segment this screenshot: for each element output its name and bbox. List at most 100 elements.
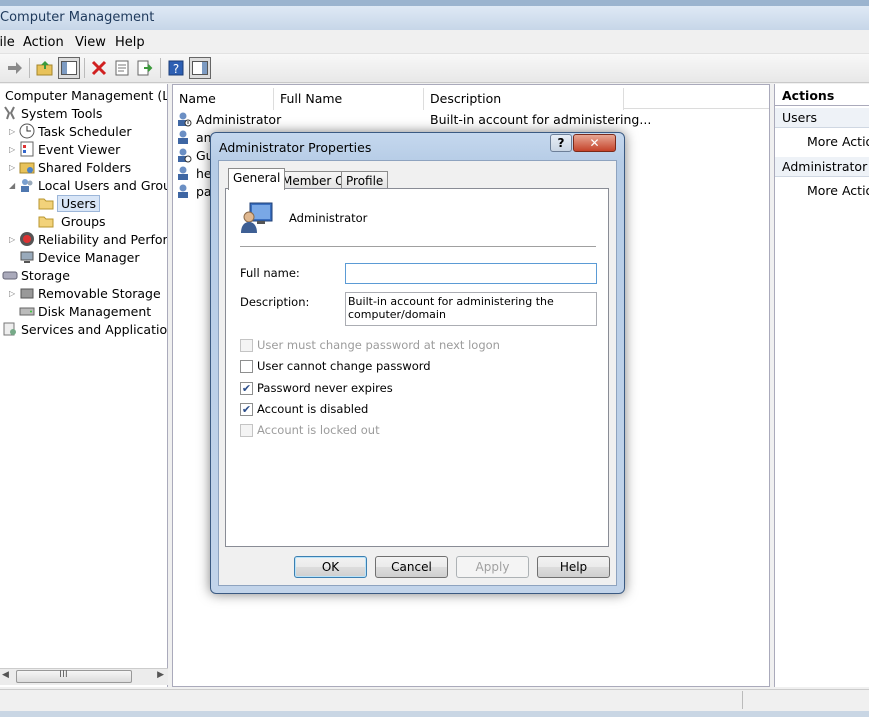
toolbar: ? (0, 54, 869, 83)
users-group-icon (19, 177, 35, 193)
column-full-name[interactable]: Full Name (274, 88, 424, 110)
full-name-field[interactable] (345, 263, 597, 284)
list-row[interactable]: Gu (176, 146, 214, 164)
actions-section-administrator[interactable]: Administrator (775, 157, 869, 177)
list-header: Name Full Name Description (173, 85, 769, 110)
dialog-title: Administrator Properties (219, 140, 372, 155)
status-bar (0, 689, 869, 711)
tree-item-reliability[interactable]: ▷ Reliability and Performance (9, 230, 167, 248)
clock-icon (19, 123, 35, 139)
column-description[interactable]: Description (424, 88, 624, 110)
user-icon (176, 165, 192, 181)
user-icon (176, 147, 192, 163)
more-actions-users[interactable]: More Actions (807, 134, 869, 149)
checkbox-password-never-expires[interactable]: ✔ Password never expires (240, 380, 393, 396)
checkbox-box[interactable] (240, 359, 253, 373)
svg-text:?: ? (173, 62, 179, 76)
user-account-icon (240, 200, 274, 234)
taskbar-strip (0, 711, 869, 717)
tree-item-removable-storage[interactable]: ▷ Removable Storage (9, 284, 161, 302)
tree-item-storage[interactable]: Storage (2, 266, 70, 284)
list-row[interactable]: an (176, 128, 212, 146)
tab-profile[interactable]: Profile (341, 171, 389, 189)
menu-action[interactable]: Action (23, 35, 64, 50)
menu-view[interactable]: View (75, 35, 106, 50)
cancel-button[interactable]: Cancel (375, 556, 448, 578)
tools-icon (2, 105, 18, 121)
collapse-arrow-icon[interactable]: ◢ (9, 181, 19, 190)
tree-item-event-viewer[interactable]: ▷ Event Viewer (9, 140, 120, 158)
window-title: Computer Management (0, 10, 155, 25)
show-hide-action-pane-icon[interactable] (189, 57, 211, 79)
apply-button[interactable]: Apply (456, 556, 529, 578)
device-manager-icon (19, 249, 35, 265)
actions-pane: Actions Users More Actions Administrator… (774, 84, 869, 687)
expand-arrow-icon[interactable]: ▷ (9, 127, 19, 136)
tree-item-disk-management[interactable]: Disk Management (19, 302, 151, 320)
checkmark-icon[interactable]: ✔ (240, 381, 253, 395)
help-icon[interactable]: ? (165, 57, 187, 79)
list-row[interactable]: he (176, 164, 212, 182)
checkbox-cannot-change-password[interactable]: User cannot change password (240, 358, 431, 374)
expand-arrow-icon[interactable]: ▷ (9, 289, 19, 298)
account-name: Administrator (289, 211, 368, 225)
dialog-help-button[interactable]: ? (550, 134, 572, 152)
list-cell-description: Built-in account for administering... (430, 111, 652, 127)
column-name[interactable]: Name (173, 88, 274, 110)
actions-section-users[interactable]: Users (775, 108, 869, 128)
tree-item-groups[interactable]: Groups (38, 212, 106, 230)
folder-icon (38, 213, 54, 229)
user-icon (176, 183, 192, 199)
up-folder-icon[interactable] (34, 57, 56, 79)
expand-arrow-icon[interactable]: ▷ (9, 235, 19, 244)
export-list-icon[interactable] (134, 57, 156, 79)
checkmark-icon[interactable]: ✔ (240, 402, 253, 416)
description-label: Description: (240, 295, 310, 309)
tree-item-users[interactable]: Users (38, 194, 101, 212)
forward-icon[interactable] (4, 57, 26, 79)
delete-icon[interactable] (88, 57, 110, 79)
tree-item-system-tools[interactable]: System Tools (2, 104, 102, 122)
dialog-close-button[interactable]: ✕ (573, 134, 616, 152)
tree-item-shared-folders[interactable]: ▷ Shared Folders (9, 158, 131, 176)
folder-icon (38, 195, 54, 211)
show-hide-tree-icon[interactable] (58, 57, 80, 79)
more-actions-administrator[interactable]: More Actions (807, 183, 869, 198)
tree-item-local-users-groups[interactable]: ◢ Local Users and Groups (9, 176, 167, 194)
window-title-bar: Computer Management (0, 6, 869, 30)
performance-icon (19, 231, 35, 247)
scroll-right-icon[interactable]: ▶ (157, 670, 164, 680)
description-field[interactable]: Built-in account for administering the c… (345, 292, 597, 326)
ok-button[interactable]: OK (294, 556, 367, 578)
checkbox-box[interactable] (240, 423, 253, 437)
tree-item-task-scheduler[interactable]: ▷ Task Scheduler (9, 122, 132, 140)
tree-item-device-manager[interactable]: Device Manager (19, 248, 140, 266)
help-button[interactable]: Help (537, 556, 610, 578)
checkbox-must-change-password[interactable]: User must change password at next logon (240, 337, 500, 353)
console-tree[interactable]: Computer Management (Local) System Tools… (0, 84, 168, 687)
checkbox-account-locked-out[interactable]: Account is locked out (240, 422, 380, 438)
menu-file[interactable]: File (0, 35, 15, 50)
shared-folder-icon (19, 159, 35, 175)
list-row[interactable]: pa (176, 182, 212, 200)
list-row[interactable]: Administrator Built-in account for admin… (176, 110, 651, 128)
checkbox-box[interactable] (240, 338, 253, 352)
disk-icon (19, 303, 35, 319)
services-icon (2, 321, 18, 337)
list-cell-name: Administrator (196, 111, 282, 127)
tree-root[interactable]: Computer Management (Local) (5, 86, 167, 104)
menu-help[interactable]: Help (115, 35, 145, 50)
properties-icon[interactable] (111, 57, 133, 79)
event-viewer-icon (19, 141, 35, 157)
expand-arrow-icon[interactable]: ▷ (9, 145, 19, 154)
storage-icon (2, 267, 18, 283)
scroll-left-icon[interactable]: ◀ (2, 670, 9, 680)
expand-arrow-icon[interactable]: ▷ (9, 163, 19, 172)
checkbox-account-disabled[interactable]: ✔ Account is disabled (240, 401, 368, 417)
status-separator (742, 691, 743, 709)
close-icon: ✕ (589, 136, 600, 150)
tree-item-services-apps[interactable]: Services and Applications (2, 320, 167, 338)
tab-general[interactable]: General (228, 168, 286, 190)
tree-scroll-thumb[interactable]: III (16, 669, 132, 683)
full-name-label: Full name: (240, 266, 300, 280)
